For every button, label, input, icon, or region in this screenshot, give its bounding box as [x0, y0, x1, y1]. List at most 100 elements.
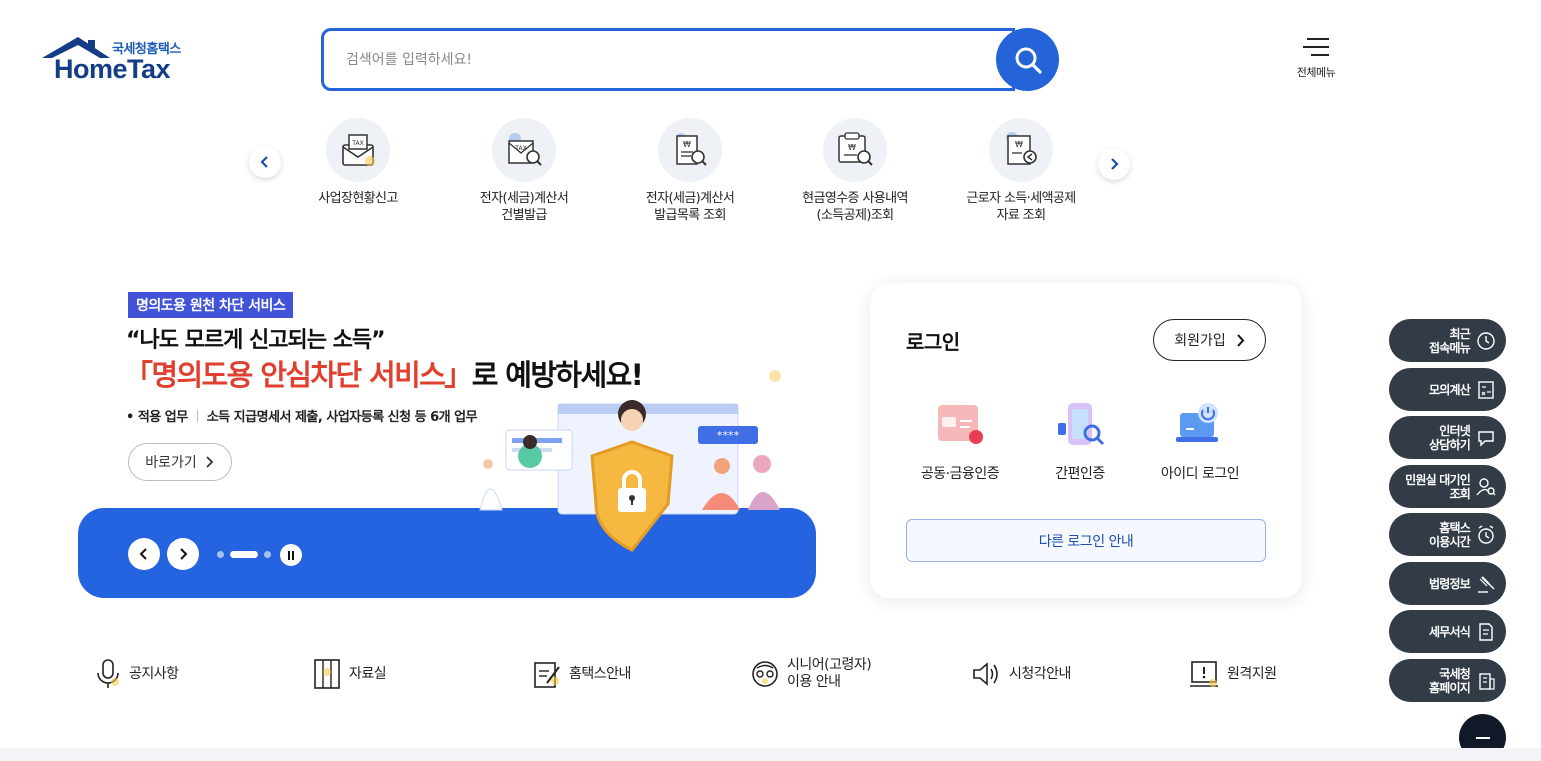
right-menu-label: 홈택스 이용시간	[1429, 520, 1471, 549]
link-label: 시청각안내	[1009, 665, 1071, 682]
login-option-label: 간편인증	[1055, 466, 1105, 482]
link-notice[interactable]: 공지사항	[95, 657, 179, 691]
link-audiovisual[interactable]: 시청각안내	[971, 657, 1071, 691]
microphone-icon	[97, 659, 119, 688]
login-option-label: 공동·금융인증	[920, 466, 1000, 482]
svg-text:TAX: TAX	[351, 140, 363, 147]
right-menu-calculator[interactable]: 모의계산	[1389, 368, 1506, 411]
svg-text:₩: ₩	[683, 140, 691, 149]
chevron-right-icon	[1237, 333, 1245, 347]
chevron-right-icon	[1111, 158, 1119, 170]
right-menu-recent[interactable]: 최근 접속메뉴	[1389, 319, 1506, 362]
quick-item-worker-deduction[interactable]: ₩ 근로자 소득·세액공제 자료 조회	[946, 118, 1096, 224]
login-title: 로그인	[906, 330, 960, 354]
banner-tag: 명의도용 원천 차단 서비스	[128, 292, 294, 318]
link-label: 공지사항	[129, 665, 179, 682]
person-search-icon	[1476, 477, 1496, 495]
login-option-label: 아이디 로그인	[1160, 466, 1240, 482]
clock-icon	[1477, 331, 1495, 350]
right-menu-law[interactable]: 법령정보	[1389, 562, 1506, 605]
guide-edit-icon	[534, 662, 560, 688]
svg-text:₩: ₩	[1015, 140, 1023, 149]
quick-item-label: 사업장현황신고	[318, 191, 398, 206]
quick-item-label: 근로자 소득·세액공제 자료 조회	[966, 191, 1076, 223]
tax-invoice-search-icon: TAX	[492, 118, 556, 182]
archive-icon	[314, 659, 340, 689]
search-box	[321, 28, 1015, 91]
remote-support-icon	[1190, 661, 1218, 687]
banner-pause-button[interactable]	[280, 544, 302, 566]
other-login-button[interactable]: 다른 로그인 안내	[906, 519, 1266, 562]
banner-headline-highlight: 「명의도용 안심차단 서비스」	[124, 358, 473, 392]
chevron-left-icon	[139, 548, 147, 560]
search-button[interactable]	[996, 28, 1059, 91]
svg-text:₩: ₩	[848, 143, 856, 152]
hometax-logo[interactable]: 국세청홈택스 HomeTax	[40, 36, 190, 86]
login-option-certificate[interactable]: 공동·금융인증	[900, 401, 1020, 483]
divider	[196, 409, 198, 422]
join-label: 회원가입	[1174, 333, 1226, 349]
simple-auth-icon	[1052, 401, 1108, 451]
quick-item-invoice-issue[interactable]: TAX 전자(세금)계산서 건별발급	[449, 118, 599, 224]
link-archive[interactable]: 자료실	[313, 657, 387, 691]
all-menu-button[interactable]: 전체메뉴	[1285, 36, 1347, 80]
right-menu-label: 민원실 대기인 조회	[1405, 472, 1471, 501]
hamburger-icon	[1303, 38, 1329, 58]
right-menu-nts-homepage[interactable]: 국세청 홈페이지	[1389, 659, 1506, 702]
form-document-icon	[1479, 622, 1493, 641]
right-menu-hours[interactable]: 홈택스 이용시간	[1389, 513, 1506, 556]
tax-envelope-icon: TAX	[326, 118, 390, 182]
link-hometax-guide[interactable]: 홈택스안내	[533, 657, 631, 691]
pagination-dot[interactable]	[217, 551, 224, 558]
right-menu-label: 법령정보	[1429, 576, 1471, 591]
illustration-code: ****	[717, 429, 740, 442]
senior-icon	[752, 661, 778, 687]
chevron-left-icon	[260, 156, 268, 168]
speaker-icon	[973, 662, 998, 686]
banner-pagination	[217, 551, 271, 558]
link-label: 자료실	[349, 665, 387, 682]
gavel-icon	[1478, 575, 1495, 593]
link-label: 원격지원	[1227, 665, 1277, 682]
banner-detail-prefix: • 적용 업무	[126, 410, 188, 425]
pagination-dot[interactable]	[264, 551, 271, 558]
banner-go-button[interactable]: 바로가기	[128, 443, 232, 481]
quick-item-cash-receipt[interactable]: ₩ 현금영수증 사용내역 (소득공제)조회	[780, 118, 930, 224]
link-remote-support[interactable]: 원격지원	[1189, 657, 1277, 691]
quick-prev-button[interactable]	[249, 146, 281, 178]
security-shield-illustration: ****	[479, 370, 781, 552]
right-menu-waiting[interactable]: 민원실 대기인 조회	[1389, 465, 1506, 508]
search-icon	[1015, 47, 1042, 74]
link-senior-guide[interactable]: 시니어(고령자) 이용 안내	[751, 657, 872, 691]
quick-item-label: 전자(세금)계산서 발급목록 조회	[645, 191, 735, 223]
deduction-document-icon: ₩	[989, 118, 1053, 182]
pagination-dot-active[interactable]	[230, 551, 258, 558]
quick-next-button[interactable]	[1098, 148, 1130, 180]
all-menu-label: 전체메뉴	[1296, 66, 1336, 79]
footer-strip	[0, 748, 1541, 761]
right-menu-consult[interactable]: 인터넷 상담하기	[1389, 416, 1506, 459]
receipt-search-icon: ₩	[823, 118, 887, 182]
banner-prev-button[interactable]	[128, 538, 160, 570]
right-menu-label: 인터넷 상담하기	[1429, 423, 1471, 452]
banner-go-label: 바로가기	[145, 455, 197, 471]
pause-icon	[288, 550, 294, 560]
join-button[interactable]: 회원가입	[1153, 319, 1266, 361]
login-option-simple[interactable]: 간편인증	[1020, 401, 1140, 483]
right-menu-label: 최근 접속메뉴	[1429, 326, 1471, 355]
banner-subtitle: “나도 모르게 신고되는 소득”	[126, 328, 386, 353]
link-label: 홈택스안내	[569, 665, 631, 682]
alarm-clock-icon	[1478, 524, 1494, 544]
quick-item-business-report[interactable]: TAX 사업장현황신고	[283, 118, 433, 207]
quick-item-invoice-list[interactable]: ₩ 전자(세금)계산서 발급목록 조회	[615, 118, 765, 224]
right-menu-label: 세무서식	[1429, 624, 1471, 639]
banner-detail-text: 소득 지급명세서 제출, 사업자등록 신청 등 6개 업무	[206, 410, 478, 425]
chat-icon	[1478, 430, 1494, 447]
logo-big-text: HomeTax	[54, 54, 171, 84]
login-option-id[interactable]: 아이디 로그인	[1140, 401, 1260, 483]
building-icon	[1479, 672, 1495, 690]
right-menu-tax-forms[interactable]: 세무서식	[1389, 610, 1506, 653]
search-input[interactable]	[346, 46, 946, 74]
link-label: 시니어(고령자) 이용 안내	[787, 657, 872, 690]
banner-next-button[interactable]	[167, 538, 199, 570]
